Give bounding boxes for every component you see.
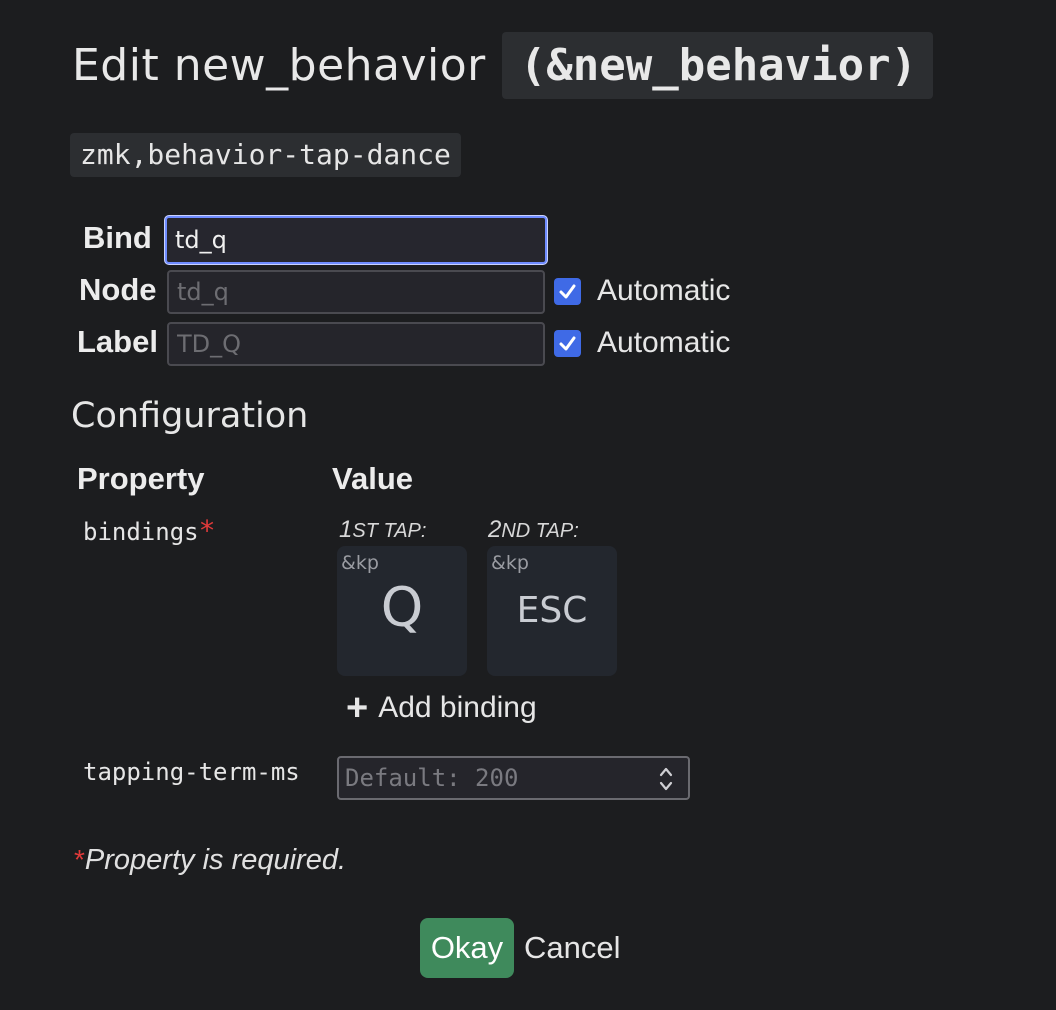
tapping-term-input[interactable]: [337, 756, 690, 800]
node-automatic-checkbox[interactable]: [554, 278, 581, 305]
plus-icon: +: [346, 687, 369, 729]
tapping-term-field[interactable]: [345, 764, 645, 792]
add-binding-label: Add binding: [378, 691, 537, 724]
compatible-string: zmk,behavior-tap-dance: [70, 133, 461, 177]
required-note-marker: *: [74, 844, 85, 875]
tap-1-suffix: ST TAP:: [352, 520, 427, 542]
title-node-code: (&new_behavior): [501, 32, 934, 99]
cancel-button[interactable]: Cancel: [520, 918, 625, 978]
required-note-text: Property is required.: [84, 844, 347, 876]
bind-input[interactable]: [165, 216, 547, 264]
required-note: *Property is required.: [74, 844, 346, 877]
key-1-behavior: &kp: [341, 552, 379, 574]
add-binding-button[interactable]: + Add binding: [346, 688, 537, 728]
tap-label-1: 1ST TAP:: [339, 516, 426, 544]
bind-label: Bind: [83, 220, 152, 255]
node-label: Node: [79, 272, 157, 307]
node-automatic-label: Automatic: [597, 274, 731, 307]
configuration-heading: Configuration: [71, 396, 309, 436]
edit-behavior-dialog: Edit new_behavior (&new_behavior) zmk,be…: [0, 0, 1056, 1010]
property-column-header: Property: [77, 461, 205, 496]
dialog-title: Edit new_behavior (&new_behavior): [72, 32, 934, 99]
tapping-term-property-name: tapping-term-ms: [83, 758, 300, 786]
value-column-header: Value: [332, 461, 413, 496]
label-automatic-checkbox[interactable]: [554, 330, 581, 357]
tap-2-suffix: ND TAP:: [501, 520, 579, 542]
tap-1-ordinal: 1: [339, 516, 353, 543]
title-text: Edit new_behavior: [72, 40, 486, 91]
label-automatic-label: Automatic: [597, 326, 731, 359]
tap-2-ordinal: 2: [488, 516, 502, 543]
spinner-arrows-icon[interactable]: [658, 764, 674, 794]
tap-label-2: 2ND TAP:: [488, 516, 579, 544]
required-marker: *: [198, 514, 216, 547]
checkmark-icon: [559, 336, 576, 351]
key-2-param: ESC: [516, 590, 588, 631]
key-1-param: Q: [380, 576, 424, 639]
node-input[interactable]: [167, 270, 545, 314]
okay-button[interactable]: Okay: [420, 918, 514, 978]
checkmark-icon: [559, 284, 576, 299]
bindings-name-text: bindings: [83, 518, 199, 546]
binding-key-2[interactable]: &kp ESC: [487, 546, 617, 676]
binding-key-1[interactable]: &kp Q: [337, 546, 467, 676]
label-label: Label: [77, 324, 158, 359]
key-2-behavior: &kp: [491, 552, 529, 574]
bindings-property-name: bindings*: [83, 514, 215, 547]
label-input[interactable]: [167, 322, 545, 366]
